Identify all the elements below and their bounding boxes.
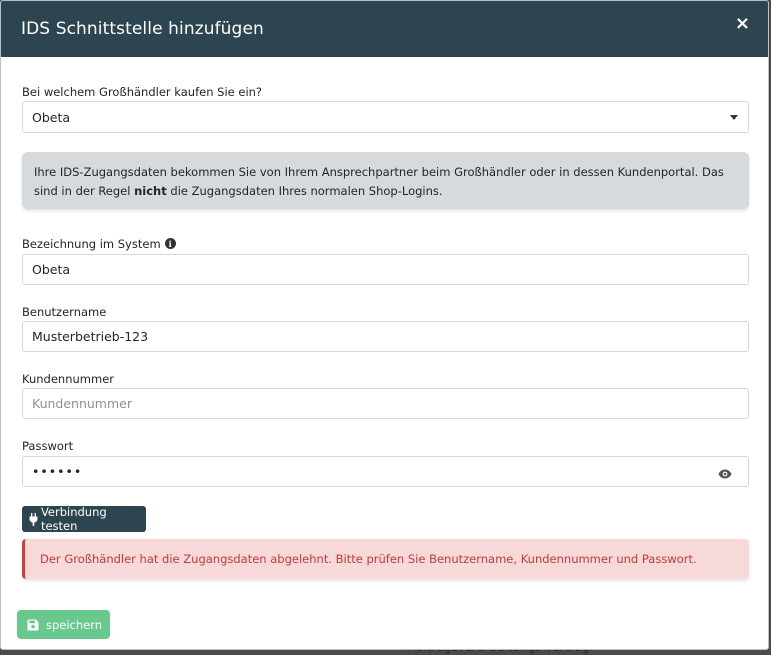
info-text-bold: nicht — [134, 184, 167, 198]
floppy-disk-icon — [27, 619, 39, 630]
test-connection-label: Verbindung testen — [40, 505, 107, 533]
wholesaler-label: Bei welchem Großhändler kaufen Sie ein? — [22, 85, 263, 99]
test-connection-button[interactable]: Verbindung testen — [22, 505, 146, 533]
customer-number-label: Kundennummer — [22, 372, 114, 386]
info-icon[interactable]: i — [164, 238, 176, 249]
password-value: •••••• — [32, 464, 83, 479]
ids-interface-modal: IDS Schnittstelle hinzufügen × Bei welch… — [0, 0, 769, 650]
info-text-after: die Zugangsdaten Ihres normalen Shop-Log… — [166, 184, 443, 198]
customer-number-input[interactable]: Kundennummer — [22, 388, 749, 419]
system-name-input[interactable]: Obeta — [22, 254, 749, 285]
modal-title: IDS Schnittstelle hinzufügen — [21, 19, 264, 39]
wholesaler-selected-value: Obeta — [32, 109, 71, 125]
save-label: speichern — [46, 617, 103, 632]
error-text: Der Großhändler hat die Zugangsdaten abg… — [40, 552, 697, 566]
password-input[interactable]: •••••• — [22, 456, 749, 487]
password-label: Passwort — [22, 439, 74, 453]
close-icon[interactable]: × — [735, 15, 750, 33]
error-alert: Der Großhändler hat die Zugangsdaten abg… — [22, 539, 749, 579]
eye-icon[interactable] — [718, 467, 732, 482]
system-name-label-text: Bezeichnung im System — [22, 237, 161, 251]
customer-number-placeholder: Kundennummer — [32, 396, 132, 411]
username-value: Musterbetrieb-123 — [32, 329, 149, 344]
system-name-value: Obeta — [32, 262, 71, 277]
wholesaler-select[interactable]: Obeta — [22, 101, 749, 133]
username-label: Benutzername — [22, 305, 107, 319]
plug-icon — [29, 512, 38, 526]
modal-header: IDS Schnittstelle hinzufügen × — [1, 1, 768, 57]
info-message: Ihre IDS-Zugangsdaten bekommen Sie von I… — [22, 152, 749, 209]
chevron-down-icon — [730, 115, 738, 120]
save-button[interactable]: speichern — [17, 610, 110, 639]
username-input[interactable]: Musterbetrieb-123 — [22, 321, 749, 352]
system-name-label: Bezeichnung im System i — [22, 237, 176, 251]
